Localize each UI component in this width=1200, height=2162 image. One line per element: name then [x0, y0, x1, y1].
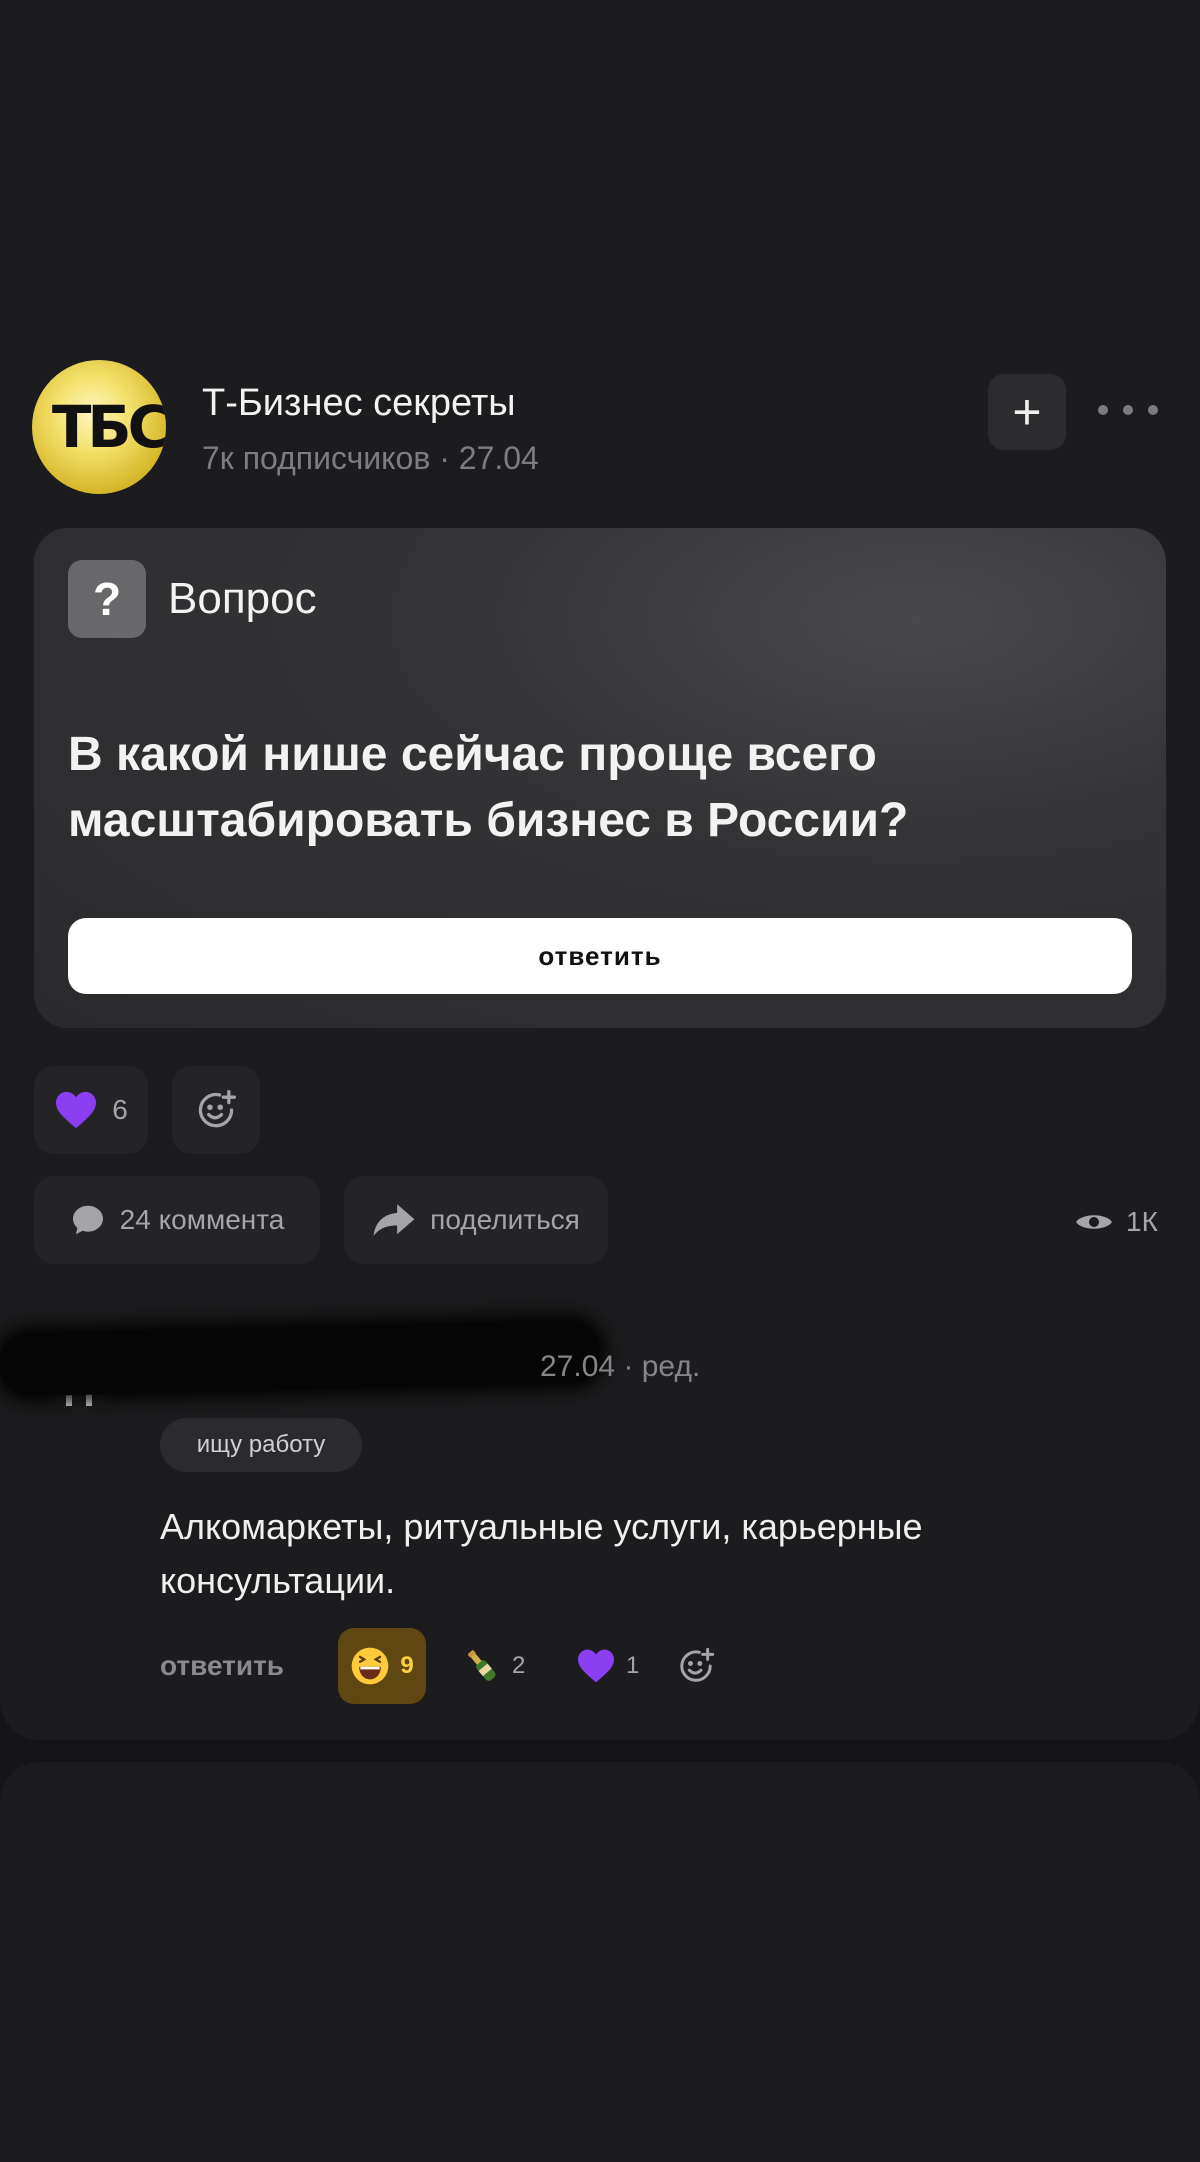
laugh-count: 9: [400, 1652, 414, 1679]
comment-bubble-icon: [72, 1205, 103, 1235]
next-post-card: [0, 1762, 1200, 2162]
laughing-emoji-icon: [351, 1647, 389, 1685]
question-text: В какой нише сейчас проще всего масштаби…: [68, 728, 909, 847]
user-status-tag: ищу работу: [160, 1418, 362, 1472]
post-card: ТБС Т-Бизнес секреты 7к подписчиков · 27…: [0, 0, 1200, 1740]
channel-logo-text: ТБС: [51, 393, 166, 461]
heart-reaction[interactable]: 6: [34, 1066, 148, 1154]
reply-button[interactable]: ответить: [160, 1650, 284, 1682]
heart-comment-count: 1: [626, 1652, 640, 1679]
redacted-username: [0, 1319, 601, 1397]
comments-label: 24 коммента: [119, 1204, 285, 1235]
purple-heart-icon: [56, 1091, 97, 1129]
answer-button[interactable]: ответить: [68, 918, 1132, 994]
comment-text: Алкомаркеты, ритуальные услуги, карьерны…: [160, 1506, 923, 1601]
question-card: ? Вопрос В какой нише сейчас проще всего…: [34, 528, 1166, 1028]
question-mark-icon: ?: [68, 560, 146, 638]
bottle-count: 2: [512, 1652, 526, 1679]
views-count: 1К: [1126, 1206, 1158, 1237]
channel-meta: 7к подписчиков · 27.04: [202, 440, 539, 476]
share-label: поделиться: [430, 1204, 580, 1235]
add-emoji-icon: [680, 1647, 715, 1682]
comment-meta: 27.04 · ред.: [540, 1350, 701, 1383]
comments-button[interactable]: 24 коммента: [34, 1176, 320, 1264]
eye-icon: [1076, 1215, 1112, 1229]
add-reaction-button[interactable]: [172, 1066, 260, 1154]
more-options-icon[interactable]: [1098, 395, 1158, 425]
heart-comment-reaction[interactable]: 1: [576, 1628, 639, 1704]
add-emoji-icon: [198, 1090, 236, 1128]
laugh-reaction[interactable]: 9: [338, 1628, 426, 1704]
question-label: Вопрос: [168, 574, 317, 623]
add-comment-reaction-button[interactable]: [676, 1628, 716, 1704]
channel-avatar[interactable]: ТБС: [32, 360, 166, 494]
bottle-reaction[interactable]: 2: [462, 1628, 525, 1704]
channel-name[interactable]: Т-Бизнес секреты: [202, 382, 516, 425]
share-button[interactable]: поделиться: [344, 1176, 608, 1264]
champagne-bottle-icon: [468, 1650, 496, 1681]
subscribe-button[interactable]: +: [988, 374, 1066, 450]
heart-count: 6: [112, 1094, 128, 1125]
plus-icon: +: [1012, 384, 1042, 440]
views-counter: 1К: [1074, 1200, 1158, 1244]
share-arrow-icon: [373, 1204, 415, 1236]
purple-heart-icon: [578, 1649, 614, 1683]
